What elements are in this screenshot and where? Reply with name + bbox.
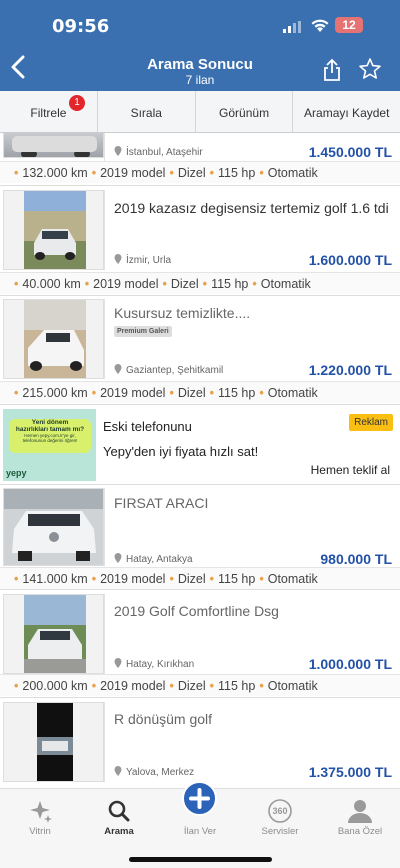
- location-pin-icon: [114, 254, 122, 264]
- location-pin-icon: [114, 146, 122, 156]
- ad-badge: Reklam: [349, 414, 393, 431]
- tab-vitrin[interactable]: Vitrin: [10, 799, 70, 837]
- ad-cta-link[interactable]: Hemen teklif al: [311, 463, 390, 477]
- page-title: Arama Sonucu: [147, 56, 253, 73]
- location-pin-icon: [114, 553, 122, 563]
- listing-item[interactable]: R dönüşüm golf Yalova, Merkez 1.375.000 …: [0, 698, 400, 788]
- star-icon[interactable]: [358, 57, 382, 81]
- ad-image-text: Yeni dönem hazırlıkları tamam mı? Hemen …: [9, 419, 91, 453]
- sort-label: Sırala: [130, 106, 162, 120]
- filter-button[interactable]: Filtrele 1: [0, 91, 98, 132]
- listing-price: 1.600.000 TL: [308, 252, 392, 268]
- listing-location: Gaziantep, Şehitkamil: [114, 364, 223, 376]
- listing-item[interactable]: FIRSAT ARACI Hatay, Antakya 980.000 TL •…: [0, 485, 400, 590]
- listing-thumbnail: [3, 702, 104, 782]
- filter-label: Filtrele: [30, 106, 67, 120]
- app-header: 09:56 12 Arama Sonucu 7 ilan: [0, 0, 400, 91]
- listing-thumbnail: [3, 190, 104, 270]
- filter-count-badge: 1: [69, 95, 85, 111]
- plus-icon: [189, 788, 210, 809]
- share-icon[interactable]: [322, 58, 342, 82]
- listing-price: 1.375.000 TL: [308, 764, 392, 780]
- listing-location: İzmir, Urla: [114, 254, 171, 266]
- listing-price: 1.450.000 TL: [308, 144, 392, 160]
- listing-thumbnail: [3, 299, 104, 379]
- tab-servisler[interactable]: 360 Servisler: [250, 799, 310, 837]
- view-label: Görünüm: [219, 106, 270, 120]
- listing-price: 1.220.000 TL: [308, 362, 392, 378]
- signal-icon: [283, 21, 301, 33]
- premium-badge: Premium Galeri: [114, 326, 172, 337]
- listing-specs: • 132.000 km • 2019 model • Dizel • 115 hp • Otom…: [0, 161, 400, 183]
- listing-location: Hatay, Kırıkhan: [114, 658, 194, 670]
- listing-location: Hatay, Antakya: [114, 553, 193, 565]
- ad-text: Yepy'den iyi fiyata hızlı sat!: [103, 444, 259, 459]
- listing-specs: • 141.000 km • 2019 model • Dizel • 115 hp • Otom…: [0, 567, 400, 589]
- listing-location: İstanbul, Ataşehir: [114, 146, 203, 158]
- wifi-icon: [311, 19, 329, 32]
- listing-title: Kusursuz temizlikte....: [114, 305, 251, 321]
- listing-thumbnail: [3, 594, 104, 674]
- user-icon: [348, 800, 372, 823]
- chevron-left-icon: [11, 55, 25, 79]
- back-button[interactable]: [10, 55, 30, 81]
- result-count: 7 ilan: [185, 73, 215, 87]
- sort-button[interactable]: Sırala: [98, 91, 196, 132]
- status-time: 09:56: [52, 16, 110, 37]
- svg-text:360: 360: [272, 806, 287, 816]
- filter-bar: Filtrele 1 Sırala Görünüm Aramayı Kaydet: [0, 91, 400, 133]
- location-pin-icon: [114, 364, 122, 374]
- home-indicator: [129, 857, 272, 862]
- ad-logo: yepy: [6, 468, 27, 478]
- location-pin-icon: [114, 766, 122, 776]
- tab-arama[interactable]: Arama: [89, 799, 149, 837]
- listing-thumbnail: [3, 133, 104, 158]
- listing-title: FIRSAT ARACI: [114, 495, 209, 511]
- listing-specs: • 200.000 km • 2019 model • Dizel • 115 hp • Otom…: [0, 674, 400, 696]
- listing-item[interactable]: 2019 kazasız degisensiz tertemiz golf 1.…: [0, 186, 400, 296]
- listing-specs: • 215.000 km • 2019 model • Dizel • 115 hp • Otom…: [0, 381, 400, 403]
- ad-title: Eski telefonunu: [103, 419, 192, 434]
- listing-price: 1.000.000 TL: [308, 656, 392, 672]
- ad-image: Yeni dönem hazırlıkları tamam mı? Hemen …: [3, 409, 96, 481]
- save-search-button[interactable]: Aramayı Kaydet: [293, 91, 400, 132]
- ad-banner[interactable]: Yeni dönem hazırlıkları tamam mı? Hemen …: [0, 405, 400, 485]
- listing-title: 2019 kazasız degisensiz tertemiz golf 1.…: [114, 200, 389, 216]
- sparkle-icon: [30, 801, 52, 823]
- tab-bana-ozel[interactable]: Bana Özel: [330, 799, 390, 837]
- listing-location: Yalova, Merkez: [114, 766, 194, 778]
- listing-list: İstanbul, Ataşehir 1.450.000 TL • 132.000…: [0, 133, 400, 788]
- listing-price: 980.000 TL: [320, 551, 392, 567]
- listing-item[interactable]: 2019 Golf Comfortline Dsg Hatay, Kırıkha…: [0, 590, 400, 698]
- listing-title: 2019 Golf Comfortline Dsg: [114, 603, 279, 619]
- save-search-label: Aramayı Kaydet: [304, 106, 390, 120]
- tab-bar: Vitrin Arama İlan Ver 360 Servisler Bana…: [0, 781, 400, 868]
- status-bar: 09:56 12: [0, 0, 400, 50]
- listing-item[interactable]: İstanbul, Ataşehir 1.450.000 TL • 132.000…: [0, 133, 400, 186]
- view-button[interactable]: Görünüm: [196, 91, 294, 132]
- location-pin-icon: [114, 658, 122, 668]
- listing-thumbnail: [3, 488, 104, 566]
- battery-icon: 12: [335, 17, 363, 33]
- 360-icon: 360: [268, 799, 292, 823]
- post-listing-button[interactable]: [182, 781, 217, 816]
- listing-specs: • 40.000 km • 2019 model • Dizel • 115 hp • Otoma…: [0, 272, 400, 294]
- listing-title: R dönüşüm golf: [114, 711, 213, 727]
- listing-item[interactable]: Kusursuz temizlikte.... Premium Galeri G…: [0, 296, 400, 405]
- search-icon: [108, 800, 130, 822]
